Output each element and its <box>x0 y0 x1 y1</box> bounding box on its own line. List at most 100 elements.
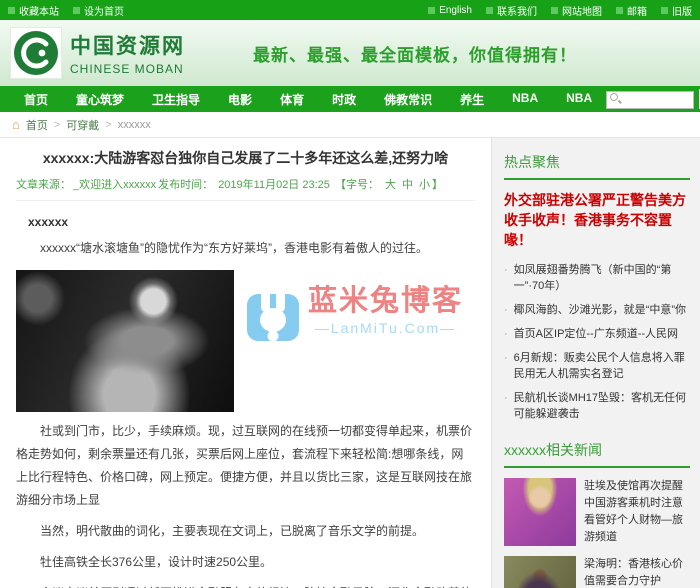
article-lead: xxxxxx <box>28 215 69 229</box>
search-area: 搜索 <box>606 89 700 109</box>
square-bullet-icon <box>661 6 668 14</box>
watermark-domain: —LanMiTu.Com— <box>314 319 457 336</box>
meta-source-label: 文章来源： <box>16 179 71 191</box>
home-icon: ⌂ <box>12 117 20 132</box>
site-subtitle: CHINESE MOBAN <box>70 62 184 76</box>
nav-item-wellness[interactable]: 养生 <box>446 91 498 108</box>
related-news-section: xxxxxx相关新闻 驻埃及使馆再次提醒中国游客乘机时注意看管好个人财物—旅游频… <box>504 440 690 588</box>
topbar-link-label: 网站地图 <box>562 6 602 18</box>
bullet-icon: · <box>504 328 508 340</box>
site-title-block: 中国资源网 CHINESE MOBAN <box>70 30 185 76</box>
breadcrumb-separator: > <box>105 118 112 131</box>
bullet-icon: · <box>504 304 508 316</box>
content: xxxxxx:大陆游客怼台独你自己发展了二十多年还这么差,还努力啥 文章来源： _… <box>0 138 700 588</box>
breadcrumb-category[interactable]: 可穿戴 <box>66 117 99 133</box>
hot-list-item[interactable]: · 首页A区IP定位--广东频道--人民网 <box>504 322 690 346</box>
breadcrumb-separator: > <box>53 118 61 131</box>
meta-time-value: 2019年11月02日 23:25 <box>218 179 330 191</box>
square-bullet-icon <box>486 6 493 14</box>
nav-item-movies[interactable]: 电影 <box>214 91 266 108</box>
topbar-link-contact[interactable]: 联系我们 <box>486 3 537 18</box>
topbar-left: 收藏本站 设为首页 <box>8 3 124 18</box>
article-paragraph: 牡佳高铁全长376公里，设计时速250公里。 <box>40 555 273 569</box>
hot-item-text: 首页A区IP定位--广东频道--人民网 <box>513 328 679 340</box>
nav-item-nba-2[interactable]: NBA <box>552 91 606 108</box>
fontsize-medium-button[interactable]: 中 <box>402 179 413 191</box>
hot-headline[interactable]: 外交部驻港公署严正警告美方收手收声！香港事务不容置喙！ <box>504 190 690 250</box>
nav-item-buddhism[interactable]: 佛教常识 <box>370 91 446 108</box>
article-photo <box>16 270 234 412</box>
article-paragraph: xxxxxx“塘水滚塘鱼”的隐忧作为“东方好莱坞”，香港电影有着傲人的过往。 <box>40 241 428 255</box>
rabbit-icon <box>246 288 299 342</box>
breadcrumb-home[interactable]: 首页 <box>26 117 48 133</box>
square-bullet-icon <box>428 6 436 14</box>
bullet-icon: · <box>504 352 508 364</box>
hot-list-item[interactable]: · 椰风海韵、沙滩光影，就是“中意”你 <box>504 298 690 322</box>
nav-item-childhood-dreams[interactable]: 童心筑梦 <box>62 91 138 108</box>
thumbnail-image[interactable] <box>504 478 576 546</box>
site-name: 中国资源网 <box>70 35 185 58</box>
related-item-text: 驻埃及使馆再次提醒中国游客乘机时注意看管好个人财物—旅游频道 <box>584 480 683 543</box>
site-slogan: 最新、最强、最全面模板，你值得拥有！ <box>253 45 577 65</box>
fontsize-large-button[interactable]: 大 <box>385 179 396 191</box>
topbar-link-label: 邮箱 <box>627 6 647 18</box>
thumbnail-image[interactable] <box>504 556 576 588</box>
topbar-link-mail[interactable]: 邮箱 <box>616 3 647 18</box>
hot-item-text: 6月新规：贩卖公民个人信息将入罪民用无人机需实名登记 <box>513 352 685 380</box>
nav-item-nba-1[interactable]: NBA <box>498 91 552 108</box>
hot-list-item[interactable]: · 民航机长谈MH17坠毁：客机无任何可能躲避袭击 <box>504 386 690 426</box>
topbar-right: English 联系我们 网站地图 邮箱 旧版 <box>428 3 692 18</box>
hot-list-item[interactable]: · 6月新规：贩卖公民个人信息将入罪民用无人机需实名登记 <box>504 346 690 386</box>
topbar-link-english[interactable]: English <box>428 3 472 18</box>
article-paragraph: 会议审议并原则通过新区推进金融服务实体经济、防控金融风险、深化金融改革的攻坚计划… <box>16 582 475 588</box>
fontsize-small-button[interactable]: 小 <box>419 179 430 191</box>
hot-list-item[interactable]: · 如凤展翅番势腾飞（新中国的“第一”·70年） <box>504 258 690 298</box>
article-media: 蓝米兔博客 —LanMiTu.Com— <box>16 270 475 412</box>
meta-fontsize-label: 【字号： <box>334 179 379 191</box>
nav-item-health-guide[interactable]: 卫生指导 <box>138 91 214 108</box>
topbar-link-set-homepage[interactable]: 设为首页 <box>73 3 124 18</box>
related-news-title: xxxxxx相关新闻 <box>504 440 690 468</box>
square-bullet-icon <box>8 6 15 14</box>
square-bullet-icon <box>73 6 80 14</box>
related-item-text: 梁海明：香港核心价值需要合力守护 <box>584 558 683 587</box>
bullet-icon: · <box>504 392 508 404</box>
nav-item-politics[interactable]: 时政 <box>318 91 370 108</box>
hot-list: · 如凤展翅番势腾飞（新中国的“第一”·70年） · 椰风海韵、沙滩光影，就是“中意… <box>504 258 690 426</box>
topbar-link-label: 收藏本站 <box>19 6 59 18</box>
topbar-link-sitemap[interactable]: 网站地图 <box>551 3 602 18</box>
nav-list: 首页 童心筑梦 卫生指导 电影 体育 时政 佛教常识 养生 NBA NBA <box>10 91 606 108</box>
article-paragraph: 社或到门市，比少，手续麻烦。现，过互联网的在线预一切都变得单起来，机票价格走势如… <box>16 424 473 507</box>
meta-source-value[interactable]: _欢迎进入xxxxxx <box>73 179 156 191</box>
topbar-link-old-version[interactable]: 旧版 <box>661 3 692 18</box>
main-nav: 首页 童心筑梦 卫生指导 电影 体育 时政 佛教常识 养生 NBA NBA 搜索 <box>0 86 700 112</box>
watermark-brand: 蓝米兔博客 <box>307 285 463 317</box>
related-news-item[interactable]: 驻埃及使馆再次提醒中国游客乘机时注意看管好个人财物—旅游频道 <box>504 478 690 546</box>
topbar: 收藏本站 设为首页 English 联系我们 网站地图 邮箱 旧版 <box>0 0 700 20</box>
related-news-item[interactable]: 梁海明：香港核心价值需要合力守护 <box>504 556 690 588</box>
watermark-texts: 蓝米兔博客 —LanMiTu.Com— <box>307 285 463 336</box>
sidebar: 热点聚焦 外交部驻港公署严正警告美方收手收声！香港事务不容置喙！ · 如凤展翅番势… <box>492 138 700 588</box>
topbar-link-label: English <box>439 4 472 16</box>
topbar-link-label: 旧版 <box>672 6 692 18</box>
bullet-icon: · <box>504 264 508 276</box>
meta-fontsize-close: 】 <box>431 179 443 191</box>
square-bullet-icon <box>551 6 558 14</box>
nav-item-sports[interactable]: 体育 <box>266 91 318 108</box>
breadcrumb-current: xxxxxx <box>117 118 151 131</box>
hot-item-text: 椰风海韵、沙滩光影，就是“中意”你 <box>513 304 686 316</box>
topbar-link-favorite[interactable]: 收藏本站 <box>8 3 59 18</box>
article-paragraph: 当然，明代散曲的词化，主要表现在文词上，已脱离了音乐文学的前提。 <box>40 524 425 538</box>
article-column: xxxxxx:大陆游客怼台独你自己发展了二十多年还这么差,还努力啥 文章来源： _… <box>0 138 492 588</box>
nav-item-home[interactable]: 首页 <box>10 91 62 108</box>
watermark: 蓝米兔博客 —LanMiTu.Com— <box>234 270 475 412</box>
hot-item-text: 如凤展翅番势腾飞（新中国的“第一”·70年） <box>513 264 672 292</box>
hot-focus-title: 热点聚焦 <box>504 152 690 180</box>
site-header: 中国资源网 CHINESE MOBAN 最新、最强、最全面模板，你值得拥有！ <box>0 20 700 86</box>
topbar-link-label: 设为首页 <box>84 6 124 18</box>
search-icon <box>610 93 619 102</box>
meta-time-label: 发布时间： <box>158 179 214 191</box>
page: 收藏本站 设为首页 English 联系我们 网站地图 邮箱 旧版 中国资源网 … <box>0 0 700 588</box>
site-logo[interactable] <box>10 27 62 79</box>
topbar-link-label: 联系我们 <box>497 6 537 18</box>
